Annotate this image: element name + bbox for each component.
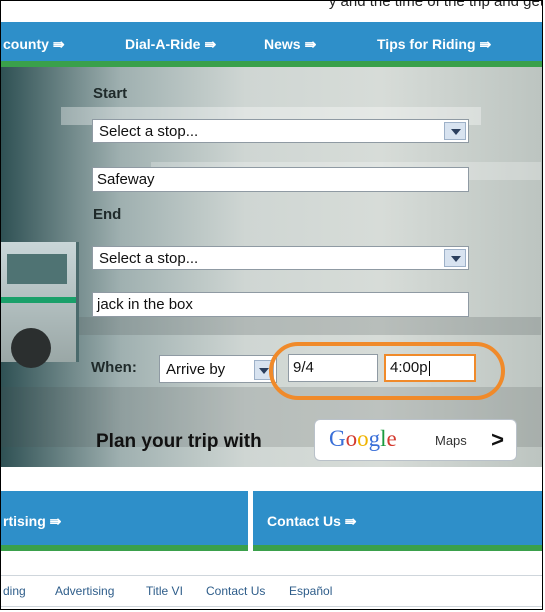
footer-link-riding[interactable]: ding bbox=[3, 584, 26, 598]
arrow-right-icon: ⇛ bbox=[49, 513, 62, 529]
nav-item-label: Dial-A-Ride bbox=[125, 36, 201, 52]
time-input[interactable]: 4:00p bbox=[384, 354, 476, 382]
plan-your-trip-label: Plan your trip with bbox=[96, 431, 262, 452]
footer-box-label: rtising bbox=[3, 513, 46, 529]
nav-item-label: Tips for Riding bbox=[377, 36, 476, 52]
footer-box-advertising[interactable]: rtising ⇛ bbox=[1, 491, 248, 551]
select-value: Select a stop... bbox=[99, 250, 199, 267]
arrow-right-icon: ⇛ bbox=[344, 513, 357, 529]
start-label: Start bbox=[93, 85, 128, 102]
footer-link-title-vi[interactable]: Title VI bbox=[146, 584, 183, 598]
date-input[interactable]: 9/4 bbox=[288, 354, 378, 382]
end-stop-select[interactable]: Select a stop... bbox=[92, 246, 469, 270]
page-frame: y and the time of the trip and get count… bbox=[0, 0, 543, 610]
footer-link-advertising[interactable]: Advertising bbox=[55, 584, 114, 598]
nav-item-tips-for-riding[interactable]: Tips for Riding ⇛ bbox=[377, 36, 491, 53]
nav-item-news[interactable]: News ⇛ bbox=[264, 36, 316, 53]
nav-item-county[interactable]: county ⇛ bbox=[3, 36, 65, 53]
footer-box-contact-us[interactable]: Contact Us ⇛ bbox=[253, 491, 542, 551]
chevron-down-icon[interactable] bbox=[444, 249, 466, 267]
chevron-right-icon: > bbox=[491, 427, 504, 452]
start-stop-select[interactable]: Select a stop... bbox=[92, 119, 469, 143]
time-value: 4:00p bbox=[390, 359, 428, 376]
bus-window bbox=[7, 254, 67, 284]
bus-wheel bbox=[11, 328, 51, 368]
text-cursor bbox=[428, 360, 430, 376]
start-location-input[interactable]: Safeway bbox=[92, 167, 469, 192]
footer-link-contact-us[interactable]: Contact Us bbox=[206, 584, 265, 598]
arrive-by-select[interactable]: Arrive by bbox=[159, 355, 277, 383]
arrow-right-icon: ⇛ bbox=[204, 36, 217, 52]
footer-box-label: Contact Us bbox=[267, 513, 341, 529]
maps-label: Maps bbox=[435, 433, 467, 448]
arrow-right-icon: ⇛ bbox=[479, 36, 492, 52]
top-strip: y and the time of the trip and get bbox=[1, 0, 543, 21]
bus-stripe bbox=[1, 297, 76, 303]
motion-streak bbox=[41, 317, 541, 335]
google-logo: Google bbox=[329, 426, 397, 451]
nav-item-label: county bbox=[3, 36, 49, 52]
arrow-right-icon: ⇛ bbox=[304, 36, 317, 52]
top-clipped-text: y and the time of the trip and get bbox=[328, 0, 543, 10]
nav-item-dial-a-ride[interactable]: Dial-A-Ride ⇛ bbox=[125, 36, 216, 53]
end-location-input[interactable]: jack in the box bbox=[92, 292, 469, 317]
chevron-down-icon[interactable] bbox=[444, 122, 466, 140]
footer-link-espanol[interactable]: Español bbox=[289, 584, 332, 598]
nav-item-label: News bbox=[264, 36, 301, 52]
bus-image bbox=[1, 242, 79, 368]
end-label: End bbox=[93, 206, 122, 223]
select-value: Select a stop... bbox=[99, 123, 199, 140]
select-value: Arrive by bbox=[166, 361, 226, 378]
google-maps-button[interactable]: Google Maps > bbox=[314, 419, 517, 461]
when-label: When: bbox=[91, 359, 137, 376]
top-navigation: county ⇛ Dial-A-Ride ⇛ News ⇛ Tips for Ridi… bbox=[1, 22, 542, 67]
arrow-right-icon: ⇛ bbox=[52, 36, 65, 52]
footer-links: ding Advertising Title VI Contact Us Esp… bbox=[1, 575, 542, 607]
